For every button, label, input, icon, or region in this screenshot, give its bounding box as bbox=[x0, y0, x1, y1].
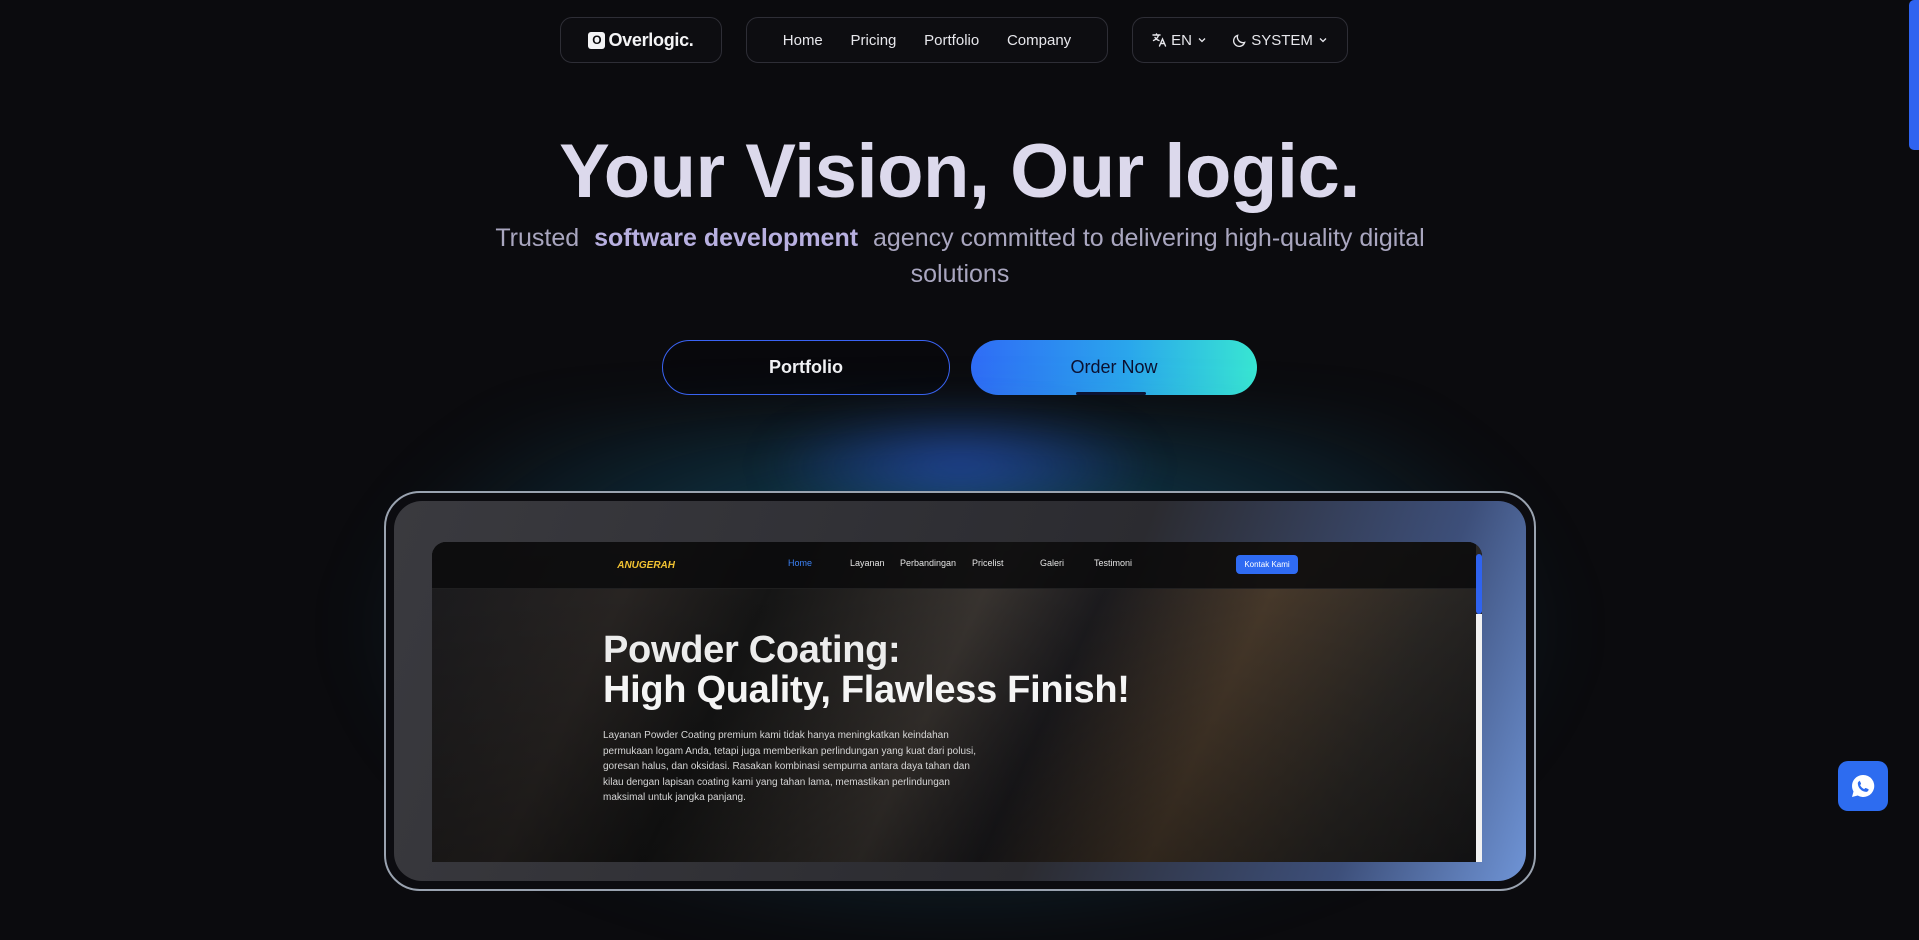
preview-headline-line2: High Quality, Flawless Finish! bbox=[603, 669, 1130, 711]
hero-subtitle-end: agency committed to delivering high-qual… bbox=[873, 224, 1425, 288]
chevron-down-icon bbox=[1317, 34, 1329, 46]
hero-subtitle-highlight: software development bbox=[594, 224, 858, 252]
chevron-down-icon bbox=[1196, 34, 1208, 46]
translate-icon bbox=[1151, 32, 1167, 48]
main-nav: Home Pricing Portfolio Company bbox=[746, 17, 1108, 63]
preview-scrollbar-track[interactable] bbox=[1476, 614, 1482, 862]
hero-subtitle-start: Trusted bbox=[495, 224, 579, 252]
theme-value: SYSTEM bbox=[1251, 32, 1313, 49]
preview-nav: ANUGERAH Home Layanan Perbandingan Price… bbox=[432, 542, 1476, 589]
nav-company[interactable]: Company bbox=[1007, 32, 1071, 49]
portfolio-button[interactable]: Portfolio bbox=[662, 340, 950, 395]
theme-selector[interactable]: SYSTEM bbox=[1232, 32, 1329, 49]
nav-home[interactable]: Home bbox=[783, 32, 823, 49]
nav-portfolio[interactable]: Portfolio bbox=[924, 32, 979, 49]
settings-bar: EN SYSTEM bbox=[1132, 17, 1348, 63]
preview-scrollbar-thumb[interactable] bbox=[1476, 554, 1482, 614]
order-now-accent bbox=[1076, 392, 1146, 395]
preview-nav-pricelist[interactable]: Pricelist bbox=[972, 558, 1004, 568]
preview-paragraph: Layanan Powder Coating premium kami tida… bbox=[603, 728, 983, 806]
brand-mark-icon: O bbox=[588, 32, 605, 49]
whatsapp-icon bbox=[1849, 772, 1877, 800]
preview-nav-layanan[interactable]: Layanan bbox=[850, 558, 885, 568]
preview-nav-home[interactable]: Home bbox=[788, 558, 812, 568]
brand-name: Overlogic. bbox=[608, 30, 693, 51]
preview-logo-text: ANUGERAH bbox=[617, 560, 675, 571]
preview-nav-perbandingan[interactable]: Perbandingan bbox=[900, 558, 956, 568]
preview-headline: Powder Coating: High Quality, Flawless F… bbox=[603, 630, 1130, 710]
hero-subtitle: Trusted software development agency comm… bbox=[470, 220, 1450, 292]
preview-headline-line1: Powder Coating: bbox=[603, 629, 900, 671]
order-now-label: Order Now bbox=[1070, 357, 1157, 378]
page-scrollbar[interactable] bbox=[1909, 0, 1919, 150]
preview-nav-galeri[interactable]: Galeri bbox=[1040, 558, 1064, 568]
order-now-button[interactable]: Order Now bbox=[971, 340, 1257, 395]
preview-nav-testimoni[interactable]: Testimoni bbox=[1094, 558, 1132, 568]
nav-pricing[interactable]: Pricing bbox=[851, 32, 897, 49]
moon-icon bbox=[1232, 33, 1247, 48]
preview-screen: ANUGERAH Home Layanan Perbandingan Price… bbox=[432, 542, 1482, 862]
language-selector[interactable]: EN bbox=[1151, 32, 1208, 49]
language-value: EN bbox=[1171, 32, 1192, 49]
preview-contact-button[interactable]: Kontak Kami bbox=[1236, 555, 1298, 574]
preview-logo[interactable]: ANUGERAH bbox=[615, 555, 675, 575]
whatsapp-chat-button[interactable] bbox=[1838, 761, 1888, 811]
hero-title: Your Vision, Our logic. bbox=[0, 128, 1919, 216]
device-bezel: ANUGERAH Home Layanan Perbandingan Price… bbox=[394, 501, 1526, 881]
brand-logo[interactable]: O Overlogic. bbox=[560, 17, 722, 63]
device-mockup: ANUGERAH Home Layanan Perbandingan Price… bbox=[384, 491, 1536, 891]
